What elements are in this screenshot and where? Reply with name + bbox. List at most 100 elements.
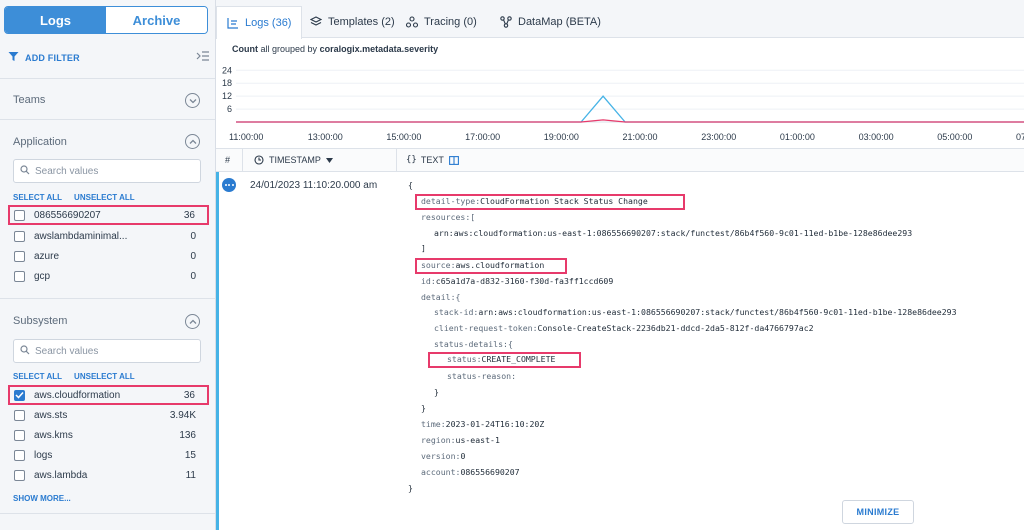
application-item-086556690207[interactable]: 086556690207 36 (8, 205, 209, 225)
chart-x-tick-label: 21:00:00 (623, 132, 658, 142)
tab-datamap-label: DataMap (BETA) (518, 16, 601, 28)
collapse-sidebar-icon[interactable] (196, 50, 210, 65)
subsystem-collapse-icon[interactable] (185, 314, 200, 329)
checkbox[interactable] (14, 230, 25, 242)
layers-icon (310, 16, 322, 28)
chart-x-tick-label: 07:00 (1016, 132, 1024, 142)
json-line-resources-value: arn:aws:cloudformation:us-east-1:0865566… (434, 228, 913, 238)
json-line-account: account:086556690207 (421, 467, 520, 477)
show-more-link[interactable]: SHOW MORE... (13, 494, 71, 503)
logs-tab-button[interactable]: Logs (5, 7, 106, 33)
json-key: time: (421, 419, 446, 429)
divider (0, 513, 215, 514)
timestamp-header[interactable]: TIMESTAMP (254, 149, 333, 171)
json-key: region: (421, 435, 456, 445)
count-group-field[interactable]: coralogix.metadata.severity (320, 44, 439, 54)
archive-tab-button[interactable]: Archive (106, 7, 207, 33)
column-settings-icon[interactable] (448, 155, 459, 165)
application-select-all-link[interactable]: SELECT ALL (13, 193, 62, 202)
highlight-box (415, 194, 685, 210)
application-item-count: 0 (190, 230, 196, 242)
checkbox[interactable] (14, 209, 25, 221)
chart-series-line (236, 119, 1024, 123)
json-value: c65a1d7a-d832-3160-f30d-fa3ff1ccd609 (435, 276, 614, 286)
subsystem-item-aws-sts[interactable]: aws.sts 3.94K (10, 405, 208, 425)
log-timestamp: 24/01/2023 11:10:20.000 am (250, 180, 378, 191)
json-line-client-request-token: client-request-token:Console-CreateStack… (434, 323, 814, 333)
subsystem-item-aws-lambda[interactable]: aws.lambda 11 (10, 465, 208, 485)
subsystem-item-count: 136 (179, 429, 196, 441)
tab-logs[interactable]: Logs (36) (216, 6, 303, 39)
chart-y-tick-label: 18 (222, 78, 232, 88)
checkbox[interactable] (14, 469, 25, 481)
severity-count-chart: 24 18 12 6 11:00:00 13:00:00 15:00:00 17:00:00 1… (222, 65, 1024, 142)
application-collapse-icon[interactable] (185, 134, 200, 149)
json-key: status-reason: (447, 371, 517, 381)
checkbox[interactable] (14, 250, 25, 262)
checkbox-checked[interactable] (14, 389, 25, 401)
text-header-label: TEXT (420, 155, 444, 165)
logs-grid-header: # TIMESTAMP {} TEXT (216, 148, 1024, 172)
logs-archive-toggle: Logs Archive (4, 6, 208, 34)
json-key: status-details:{ (434, 339, 513, 349)
json-key: resources:[ (421, 212, 476, 222)
tab-templates[interactable]: Templates (2) (300, 6, 405, 38)
teams-expand-icon[interactable] (185, 93, 200, 108)
subsystem-item-aws-kms[interactable]: aws.kms 136 (10, 425, 208, 445)
subsystem-item-label: logs (34, 449, 53, 461)
add-filter-button[interactable]: ADD FILTER (25, 53, 80, 63)
subsystem-item-aws-cloudformation[interactable]: aws.cloudformation 36 (8, 385, 209, 405)
json-value: 0 (460, 451, 466, 461)
row-actions-icon[interactable] (222, 178, 236, 192)
application-item-awslambdaminimal[interactable]: awslambdaminimal... 0 (10, 226, 208, 246)
chart-x-tick-label: 13:00:00 (308, 132, 343, 142)
checkbox[interactable] (14, 449, 25, 461)
json-key: client-request-token: (434, 323, 538, 333)
json-line-detail: detail:{ (421, 292, 460, 302)
checkbox[interactable] (14, 409, 25, 421)
tab-tracing-label: Tracing (0) (424, 16, 477, 28)
application-search-input[interactable] (35, 165, 195, 177)
filter-icon[interactable] (8, 51, 19, 65)
sort-desc-icon[interactable] (325, 157, 333, 163)
application-item-azure[interactable]: azure 0 (10, 246, 208, 266)
column-divider (242, 149, 243, 171)
checkbox[interactable] (14, 270, 25, 282)
datamap-icon (500, 16, 512, 28)
application-item-label: azure (34, 250, 60, 262)
chart-x-tick-label: 23:00:00 (701, 132, 736, 142)
application-item-count: 36 (183, 209, 195, 221)
application-item-gcp[interactable]: gcp 0 (10, 266, 208, 286)
search-icon (20, 164, 30, 178)
json-key: stack-id: (434, 307, 479, 317)
subsystem-select-all-link[interactable]: SELECT ALL (13, 372, 62, 381)
subsystem-item-logs[interactable]: logs 15 (10, 445, 208, 465)
subsystem-search-input[interactable] (35, 345, 195, 357)
highlight-box (428, 352, 581, 368)
subsystem-unselect-all-link[interactable]: UNSELECT ALL (74, 372, 135, 381)
divider (0, 298, 215, 299)
view-tabs: Logs (36) Templates (2) Tracing (0) Data… (216, 0, 1024, 39)
json-line-resources-close: ] (421, 243, 426, 253)
divider (0, 119, 215, 120)
chart-x-tick-label: 17:00:00 (465, 132, 500, 142)
tab-tracing[interactable]: Tracing (0) (396, 6, 487, 38)
minimize-button[interactable]: MINIMIZE (842, 500, 914, 524)
application-search-box (13, 159, 201, 183)
application-unselect-all-link[interactable]: UNSELECT ALL (74, 193, 135, 202)
chart-x-tick-label: 01:00:00 (780, 132, 815, 142)
chart-x-tick-label: 11:00:00 (229, 132, 263, 142)
subsystem-item-label: aws.sts (34, 409, 68, 421)
json-line-status-reason: status-reason: (447, 371, 516, 381)
checkbox[interactable] (14, 429, 25, 441)
json-line-resources: resources:[ (421, 212, 475, 222)
checkmark-icon (15, 391, 24, 399)
chart-x-tick-label: 19:00:00 (544, 132, 579, 142)
tab-datamap[interactable]: DataMap (BETA) (490, 6, 611, 38)
clock-icon (254, 155, 264, 165)
search-icon (20, 344, 30, 358)
text-header[interactable]: {} TEXT (406, 149, 459, 171)
chart-y-tick-label: 24 (222, 65, 232, 75)
json-key: account: (421, 467, 461, 477)
count-grouped-text: all grouped by (260, 44, 318, 54)
